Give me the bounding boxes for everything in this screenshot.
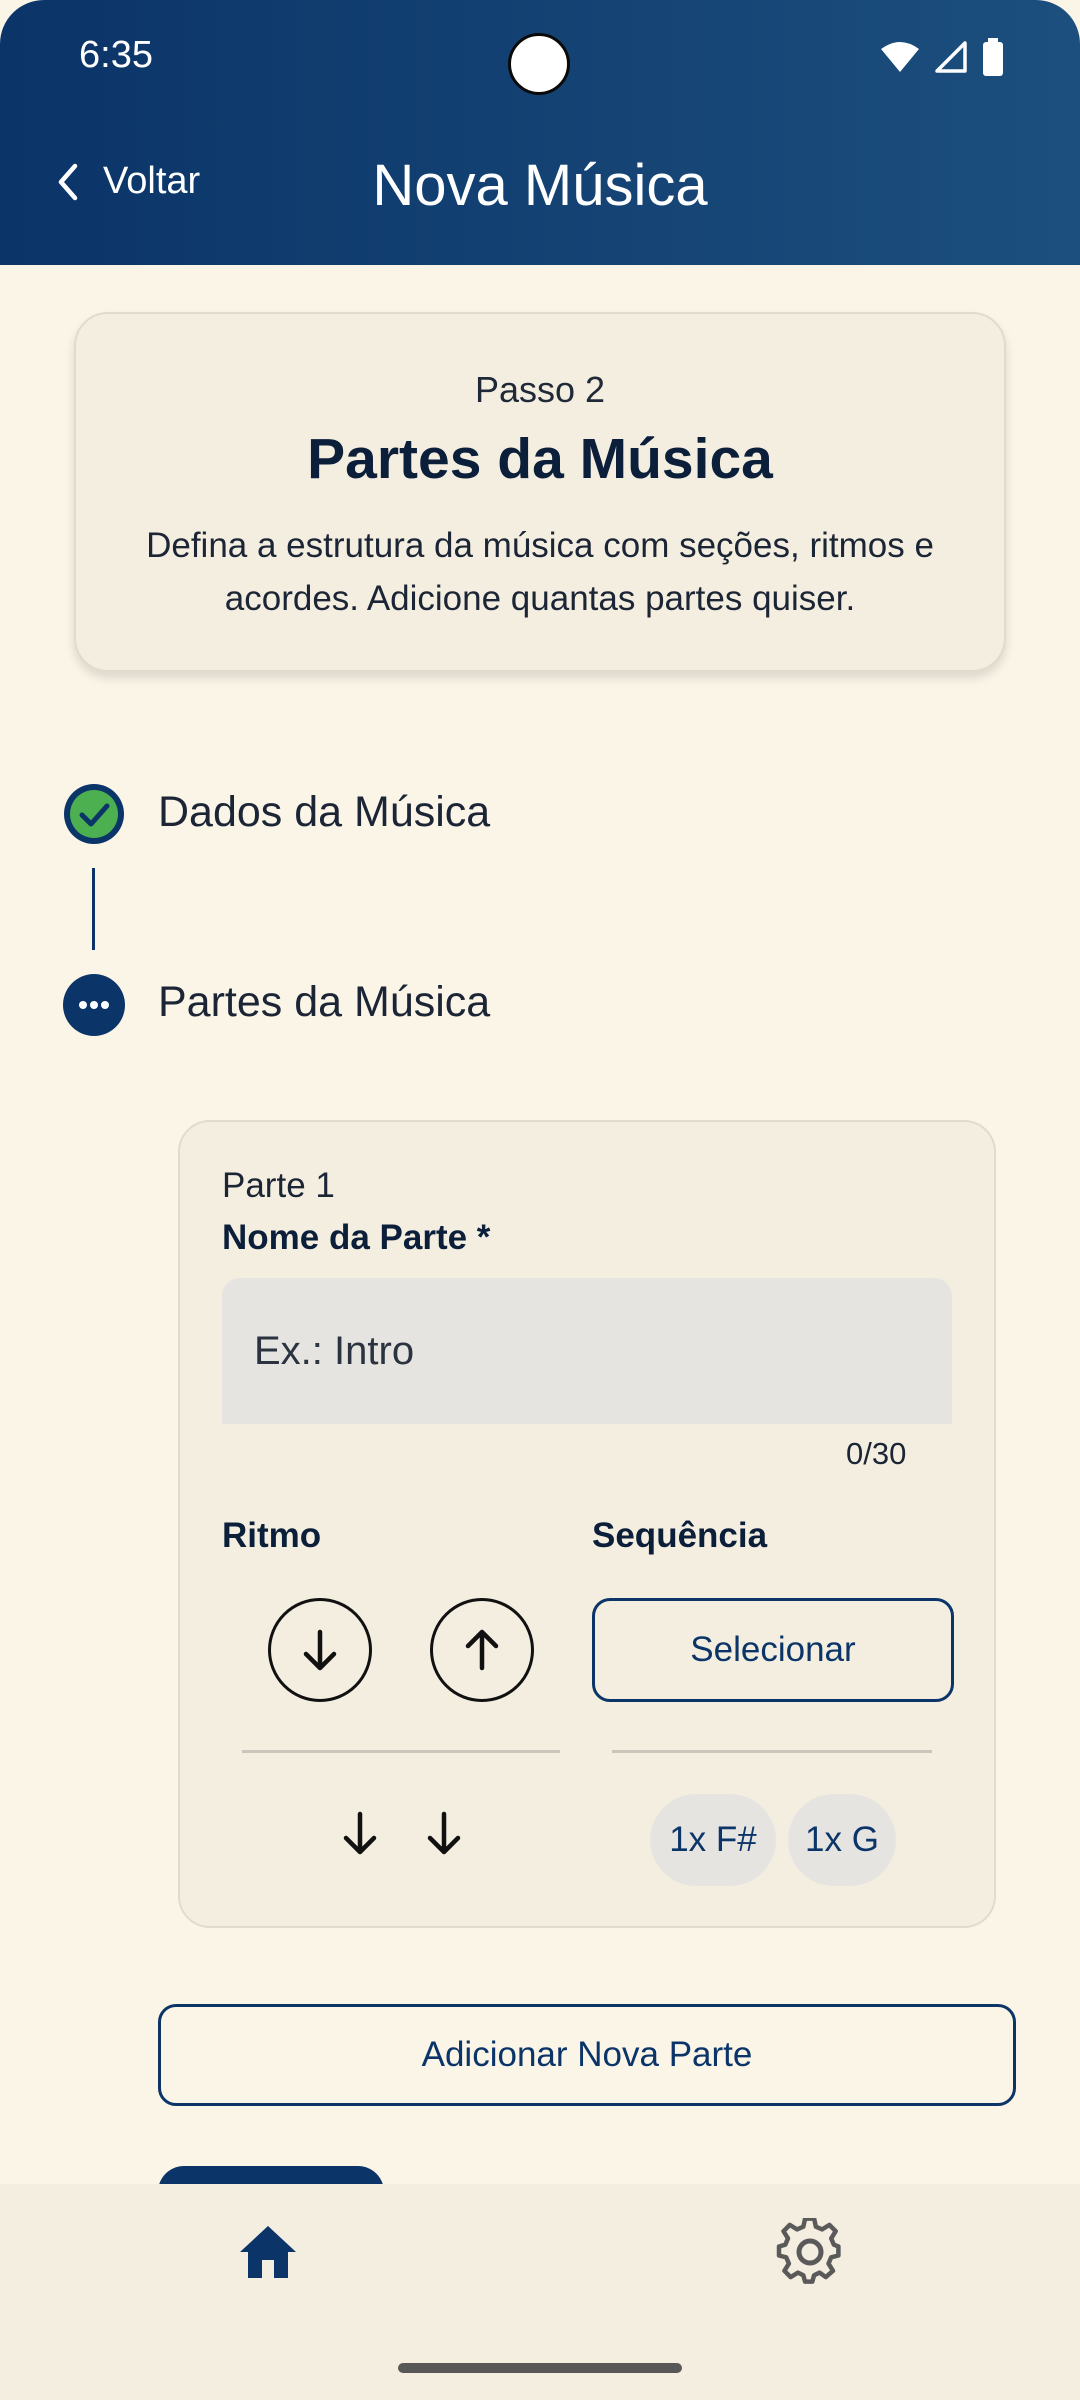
rhythm-down-button[interactable] — [268, 1598, 372, 1702]
signal-icon — [935, 41, 967, 73]
add-part-button[interactable]: Adicionar Nova Parte — [158, 2004, 1016, 2106]
stepper-connector — [92, 868, 95, 950]
sequence-label: Sequência — [592, 1516, 768, 1555]
arrow-up-icon — [465, 1629, 499, 1671]
part-number-label: Parte 1 — [222, 1166, 335, 1205]
step-description: Defina a estrutura da música com seções,… — [146, 526, 934, 618]
rhythm-pattern-down-icon — [336, 1810, 384, 1863]
part-name-input[interactable] — [222, 1278, 952, 1424]
rhythm-label: Ritmo — [222, 1516, 322, 1555]
char-counter: 0/30 — [846, 1436, 907, 1471]
step-label: Passo 2 — [474, 369, 606, 410]
step-title: Partes da Música — [307, 427, 773, 491]
camera-cutout — [508, 33, 570, 95]
status-icons — [880, 38, 1004, 76]
home-icon[interactable] — [236, 2220, 300, 2284]
rhythm-divider — [242, 1750, 560, 1753]
step-current-more-icon — [62, 973, 126, 1037]
stepper-label-dados: Dados da Música — [158, 788, 491, 836]
sequence-chip[interactable]: 1x F# — [650, 1794, 776, 1886]
settings-icon[interactable] — [776, 2216, 844, 2286]
step-info-card: Passo 2 Partes da Música Defina a estrut… — [74, 312, 1006, 672]
sequence-select-button[interactable]: Selecionar — [592, 1598, 954, 1702]
status-time: 6:35 — [79, 34, 153, 76]
part-name-label: Nome da Parte * — [222, 1218, 491, 1257]
rhythm-pattern-down-icon — [420, 1810, 468, 1863]
arrow-down-icon — [303, 1629, 337, 1671]
stepper-label-partes: Partes da Música — [158, 978, 491, 1026]
rhythm-up-button[interactable] — [430, 1598, 534, 1702]
step-completed-check-icon — [62, 782, 126, 846]
home-indicator[interactable] — [398, 2363, 682, 2373]
page-title: Nova Música — [372, 153, 708, 218]
wifi-icon — [881, 42, 919, 72]
battery-icon — [983, 38, 1003, 76]
sequence-chip[interactable]: 1x G — [788, 1794, 896, 1886]
sequence-divider — [612, 1750, 932, 1753]
